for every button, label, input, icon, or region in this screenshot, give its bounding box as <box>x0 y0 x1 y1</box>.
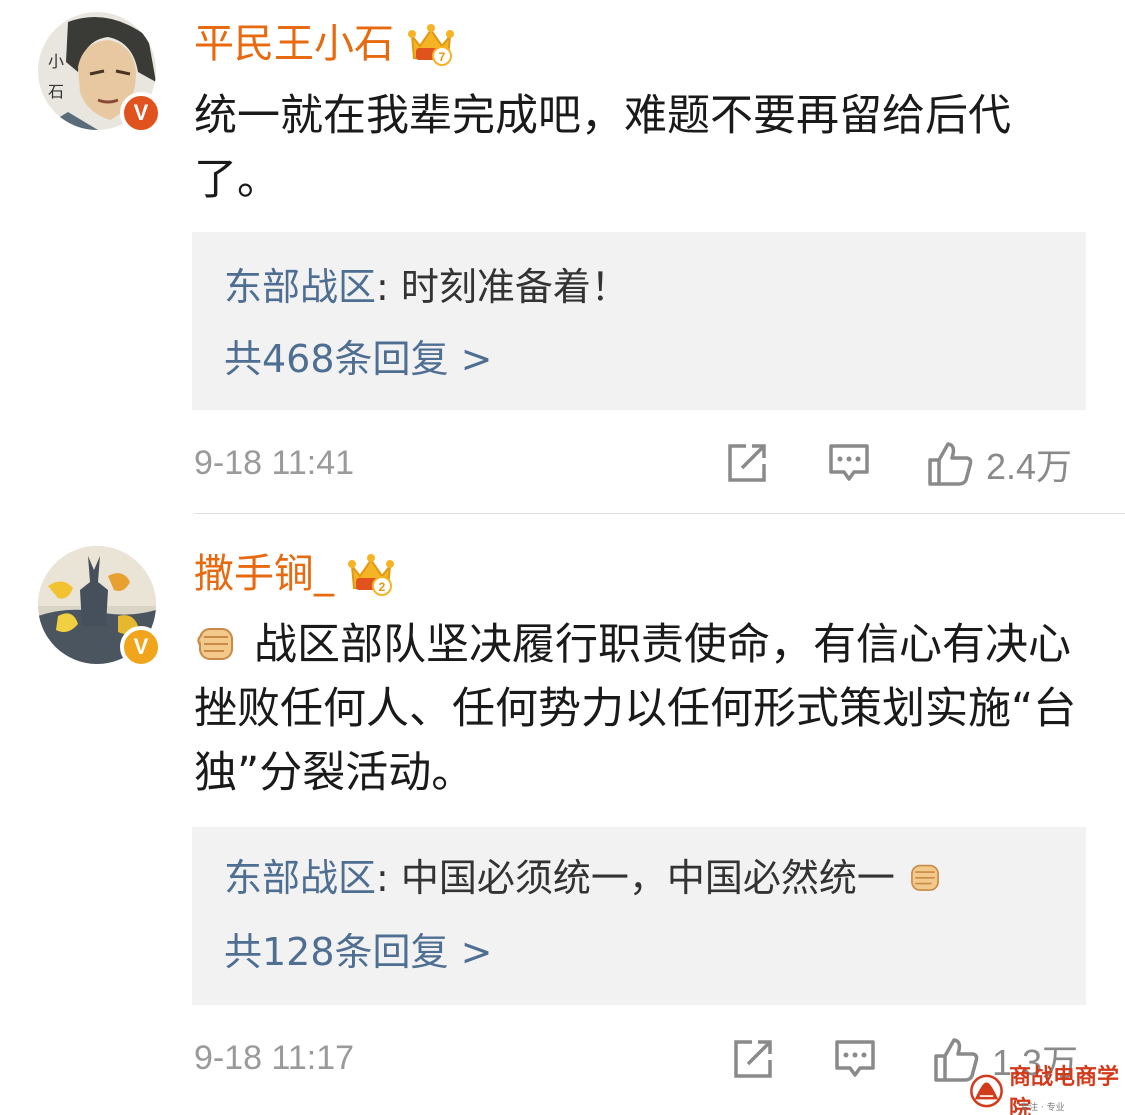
avatar[interactable]: 小 石 V <box>38 12 162 134</box>
username-label: 平民王小石 <box>194 21 394 67</box>
share-icon <box>734 1040 772 1078</box>
username[interactable]: 撒手锏_ 2 <box>194 548 394 600</box>
crown-icon: 2 <box>348 554 394 596</box>
like-count: 2.4万 <box>986 446 1073 487</box>
username-label: 撒手锏_ <box>194 551 334 597</box>
share-button[interactable] <box>732 1038 774 1080</box>
svg-text:石: 石 <box>48 82 64 101</box>
reply-preview[interactable]: 东部战区: 时刻准备着！ 共468条回复 > <box>192 232 1086 410</box>
like-icon <box>928 442 973 486</box>
fist-emoji-icon <box>911 864 939 891</box>
reply-author[interactable]: 东部战区 <box>224 856 376 900</box>
comment-time: 9-18 11:17 <box>194 1039 355 1077</box>
avatar[interactable]: V <box>38 546 162 668</box>
svg-text:7: 7 <box>439 50 446 64</box>
crown-icon: 7 <box>408 24 454 66</box>
watermark-logo: 商战电商学院 专注 · 专业 <box>968 1064 1120 1115</box>
reply-text: 时刻准备着！ <box>400 265 629 309</box>
like-button[interactable]: 2.4万 <box>926 438 1072 490</box>
watermark-icon <box>970 1074 1003 1108</box>
comment-item: V 撒手锏_ 2 战区部队坚决履行职责使命，有信心有决心挫败任何人、任何势力以任… <box>0 514 1125 1115</box>
reply-author[interactable]: 东部战区 <box>224 265 376 309</box>
reply-line: 东部战区: 中国必须统一，中国必然统一 <box>224 853 943 903</box>
reply-line: 东部战区: 时刻准备着！ <box>224 262 629 312</box>
reply-text: 中国必须统一，中国必然统一 <box>400 856 895 900</box>
reply-count-link[interactable]: 共468条回复 > <box>224 334 492 384</box>
share-icon <box>728 444 766 482</box>
reply-separator: : <box>376 856 401 900</box>
comment-text: 统一就在我辈完成吧，难题不要再留给后代了。 <box>194 91 1011 205</box>
reply-count-link[interactable]: 共128条回复 > <box>224 927 492 977</box>
comment-icon <box>835 1040 875 1077</box>
fist-emoji-icon <box>197 628 233 660</box>
comment-time: 9-18 11:41 <box>194 444 355 482</box>
comment-button[interactable] <box>828 442 870 484</box>
watermark-subtext: 专注 · 专业 <box>1020 1103 1065 1113</box>
verified-badge-icon: V <box>120 92 162 134</box>
comment-text: 战区部队坚决履行职责使命，有信心有决心挫败任何人、任何势力以任何形式策划实施“台… <box>194 613 1084 805</box>
reply-preview[interactable]: 东部战区: 中国必须统一，中国必然统一 共128条回复 > <box>192 827 1086 1005</box>
reply-separator: : <box>376 265 401 309</box>
svg-text:小: 小 <box>48 52 64 71</box>
comment-button[interactable] <box>834 1038 876 1080</box>
share-button[interactable] <box>726 442 768 484</box>
username[interactable]: 平民王小石 7 <box>194 18 454 70</box>
verified-badge-icon: V <box>120 626 162 668</box>
comment-icon <box>829 444 869 481</box>
comment-text-body: 战区部队坚决履行职责使命，有信心有决心挫败任何人、任何势力以任何形式策划实施“台… <box>194 620 1077 798</box>
comment-item: 小 石 V 平民王小石 7 统一就在我辈完成吧，难题不要再留给后代了。 东部战区… <box>0 0 1125 514</box>
svg-text:2: 2 <box>379 580 386 594</box>
